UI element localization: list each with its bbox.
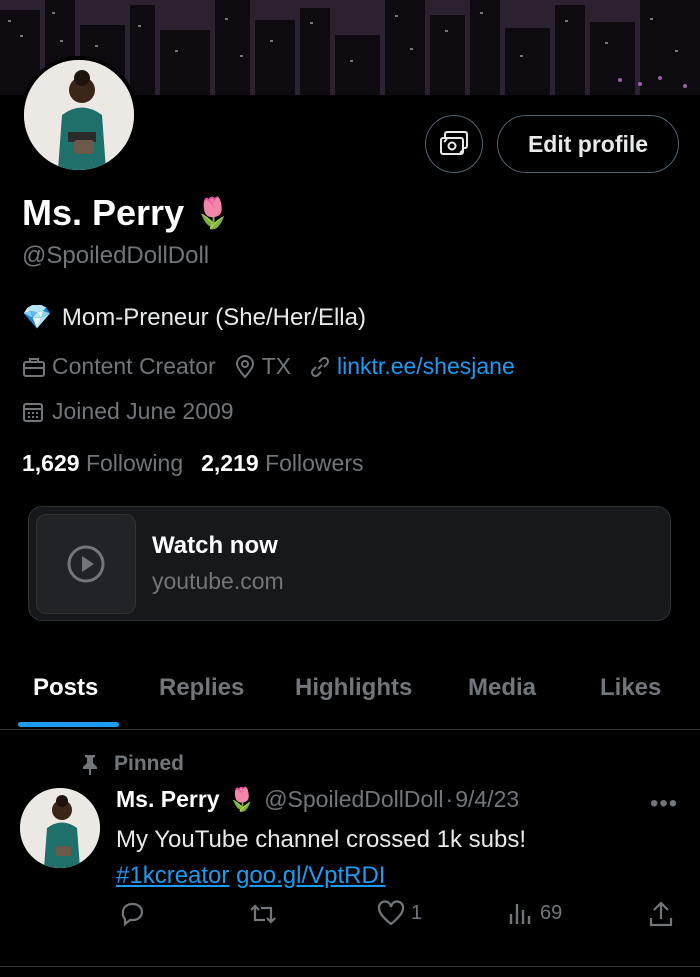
following-count: 1,629: [22, 450, 80, 476]
share-button[interactable]: [648, 900, 674, 928]
profile-avatar[interactable]: [20, 56, 138, 174]
post-separator: ·: [445, 786, 454, 812]
tab-media[interactable]: Media: [468, 674, 536, 702]
post-text: My YouTube channel crossed 1k subs!: [116, 826, 527, 853]
post-header: Ms. Perry 🌷 @SpoiledDollDoll · 9/4/23: [116, 786, 519, 813]
like-count: 1: [411, 901, 423, 924]
pin-icon: [83, 755, 97, 775]
repost-button[interactable]: [247, 900, 279, 928]
views-icon: [509, 904, 531, 924]
gem-emoji: 💎: [22, 304, 52, 331]
tulip-emoji: 🌷: [194, 196, 232, 230]
post-body: My YouTube channel crossed 1k subs! #1kc…: [116, 822, 526, 894]
subscriptions-button[interactable]: [425, 115, 483, 173]
play-icon: [67, 545, 105, 582]
avatar-image: [24, 60, 134, 170]
post-link[interactable]: goo.gl/VptRDI: [236, 862, 385, 889]
active-tab-indicator: [18, 722, 119, 727]
profile-joined: Joined June 2009: [22, 398, 234, 425]
view-count: 69: [540, 901, 563, 924]
bio-text: Mom-Preneur (She/Her/Ella): [61, 303, 366, 331]
following-label: Following: [85, 450, 184, 476]
profile-bio: 💎 Mom-Preneur (She/Her/Ella): [22, 303, 366, 332]
profile-category: Content Creator: [22, 353, 216, 380]
tab-likes[interactable]: Likes: [600, 674, 661, 702]
location-label: TX: [261, 353, 292, 379]
profile-location: TX: [234, 353, 291, 380]
follow-stats: 1,629 Following 2,219 Followers: [22, 450, 363, 477]
followers-count: 2,219: [201, 450, 259, 476]
joined-label: Joined June 2009: [52, 398, 234, 424]
views-button[interactable]: 69: [508, 900, 562, 926]
display-name: Ms. Perry: [22, 192, 185, 233]
post-actions: 1 69: [0, 900, 700, 940]
tab-replies[interactable]: Replies: [159, 674, 244, 702]
more-options-icon[interactable]: •••: [650, 790, 678, 818]
post-author-handle[interactable]: @SpoiledDollDoll: [264, 786, 443, 813]
calendar-icon: [23, 402, 43, 422]
followers-link[interactable]: 2,219 Followers: [201, 450, 363, 477]
share-icon: [649, 901, 673, 927]
repost-icon: [250, 904, 276, 924]
post-avatar[interactable]: [20, 788, 100, 868]
website-link[interactable]: linktr.ee/shesjane: [337, 353, 515, 380]
edit-profile-button[interactable]: Edit profile: [497, 115, 679, 173]
post-hashtag[interactable]: #1kcreator: [116, 862, 229, 889]
location-pin-icon: [235, 354, 254, 379]
like-button[interactable]: 1: [377, 900, 422, 926]
following-link[interactable]: 1,629 Following: [22, 450, 183, 477]
profile-name: Ms. Perry 🌷: [22, 192, 231, 234]
reply-button[interactable]: [118, 900, 146, 928]
tab-posts[interactable]: Posts: [33, 674, 98, 702]
post-author-name[interactable]: Ms. Perry: [116, 786, 220, 813]
reply-icon: [121, 902, 144, 927]
avatar-image: [20, 788, 100, 868]
profile-handle: @SpoiledDollDoll: [22, 242, 210, 269]
link-icon: [311, 356, 330, 377]
profile-tabs: Posts Replies Highlights Media Likes: [0, 660, 700, 730]
link-card[interactable]: Watch now youtube.com: [28, 506, 671, 621]
pinned-text: Pinned: [114, 752, 185, 775]
followers-label: Followers: [265, 450, 364, 476]
pinned-label: Pinned: [80, 752, 184, 776]
briefcase-icon: [23, 357, 45, 377]
post-date[interactable]: 9/4/23: [455, 786, 519, 813]
category-label: Content Creator: [52, 353, 216, 379]
profile-website[interactable]: linktr.ee/shesjane: [309, 353, 515, 380]
heart-icon: [377, 900, 405, 926]
tulip-emoji: 🌷: [227, 786, 257, 812]
card-thumbnail: [36, 513, 136, 614]
tab-highlights[interactable]: Highlights: [295, 674, 412, 702]
card-title: Watch now: [152, 532, 278, 559]
card-domain: youtube.com: [152, 568, 284, 594]
money-icon: [440, 131, 468, 155]
divider: [0, 966, 700, 967]
profile-meta: Content Creator TX linktr.ee/shesjane: [22, 353, 533, 380]
